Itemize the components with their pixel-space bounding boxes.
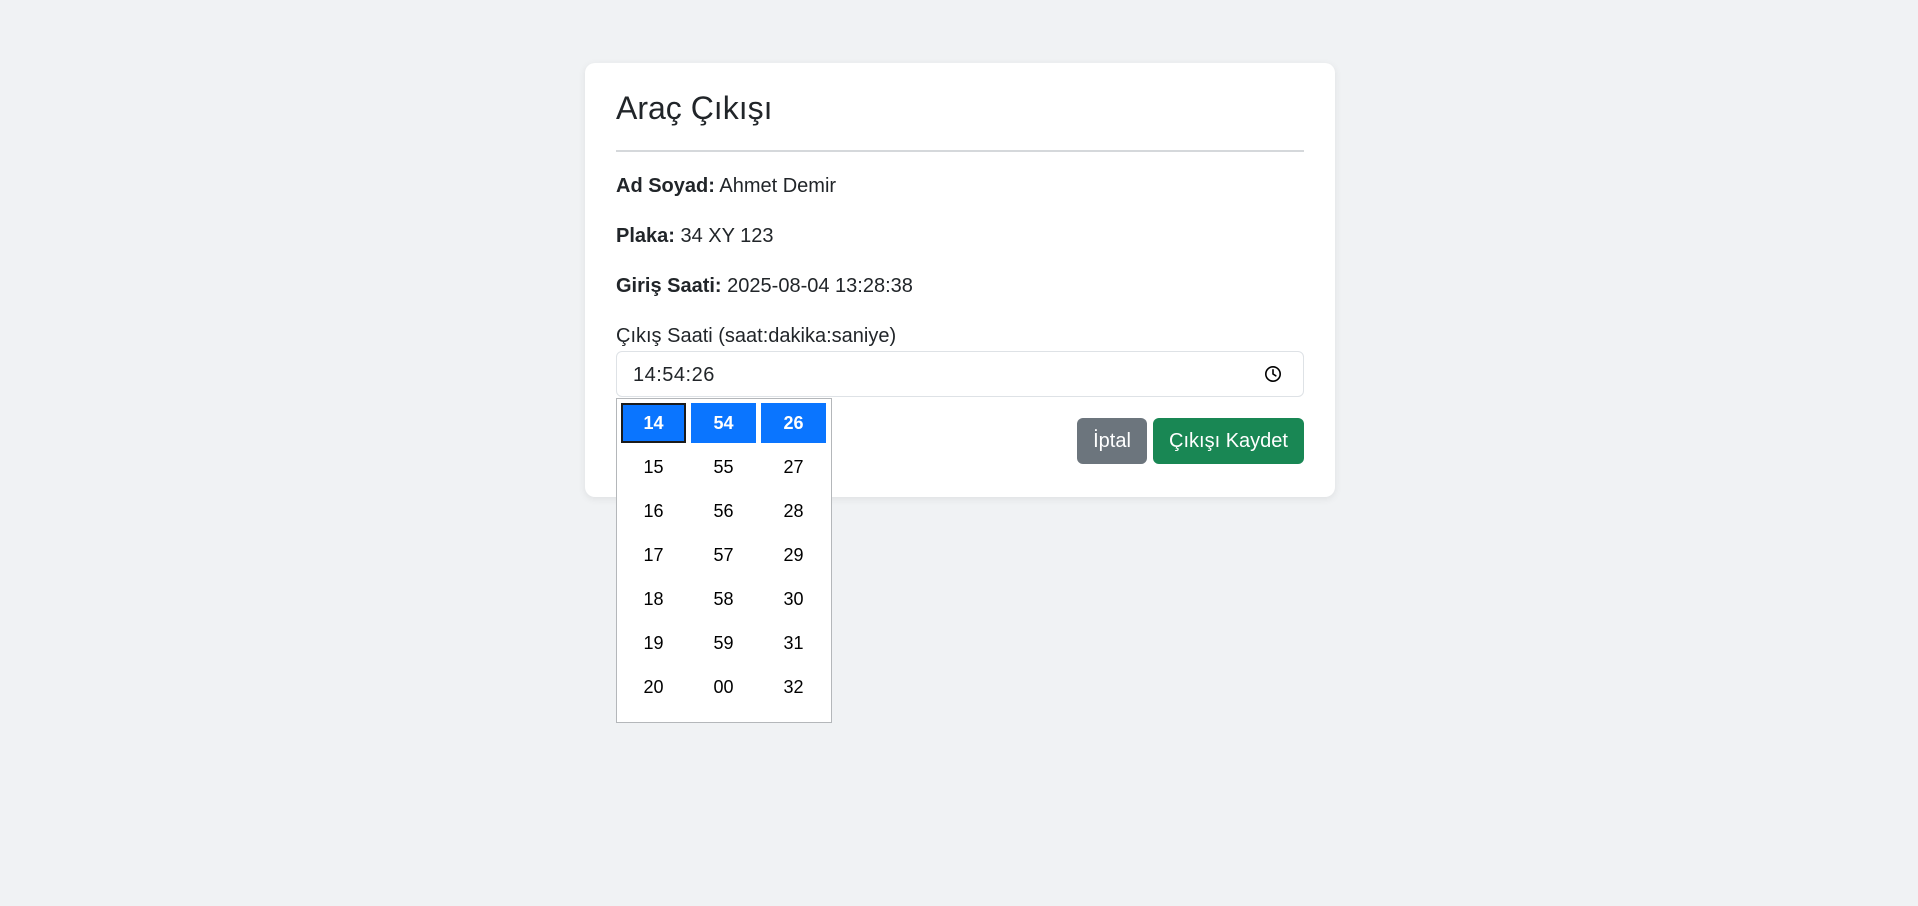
exit-time-value[interactable]: 14:54:26	[633, 363, 715, 387]
page-title: Araç Çıkışı	[616, 90, 773, 126]
exit-time-input[interactable]: 14:54:26	[616, 351, 1304, 397]
plate-label: Plaka:	[616, 225, 675, 247]
hour-option[interactable]: 18	[621, 579, 686, 619]
save-exit-button[interactable]: Çıkışı Kaydet	[1153, 418, 1304, 464]
name-value: Ahmet Demir	[719, 175, 837, 197]
hour-option[interactable]: 17	[621, 535, 686, 575]
minute-option[interactable]: 58	[691, 579, 756, 619]
cancel-button[interactable]: İptal	[1077, 418, 1147, 464]
hour-option[interactable]: 15	[621, 447, 686, 487]
plate-row: Plaka: 34 XY 123	[616, 224, 774, 248]
hour-option[interactable]: 14	[621, 403, 686, 443]
hour-column[interactable]: 14 15 16 17 18 19 20	[621, 403, 686, 711]
minute-option[interactable]: 55	[691, 447, 756, 487]
minute-option[interactable]: 00	[691, 667, 756, 707]
hour-option[interactable]: 20	[621, 667, 686, 707]
second-option[interactable]: 27	[761, 447, 826, 487]
second-option[interactable]: 30	[761, 579, 826, 619]
second-option[interactable]: 26	[761, 403, 826, 443]
exit-time-label: Çıkış Saati (saat:dakika:saniye)	[616, 325, 897, 347]
entry-time-value: 2025-08-04 13:28:38	[727, 275, 913, 297]
name-label: Ad Soyad:	[616, 175, 715, 197]
title-divider	[616, 150, 1304, 152]
entry-time-label: Giriş Saati:	[616, 275, 722, 297]
minute-option[interactable]: 57	[691, 535, 756, 575]
minute-column[interactable]: 54 55 56 57 58 59 00	[691, 403, 756, 711]
second-column[interactable]: 26 27 28 29 30 31 32	[761, 403, 826, 711]
clock-icon[interactable]	[1264, 365, 1282, 383]
minute-option[interactable]: 54	[691, 403, 756, 443]
hour-option[interactable]: 16	[621, 491, 686, 531]
entry-time-row: Giriş Saati: 2025-08-04 13:28:38	[616, 274, 913, 298]
minute-option[interactable]: 59	[691, 623, 756, 663]
name-row: Ad Soyad: Ahmet Demir	[616, 174, 836, 198]
hour-option[interactable]: 19	[621, 623, 686, 663]
minute-option[interactable]: 56	[691, 491, 756, 531]
second-option[interactable]: 29	[761, 535, 826, 575]
second-option[interactable]: 28	[761, 491, 826, 531]
plate-value: 34 XY 123	[680, 225, 774, 247]
second-option[interactable]: 31	[761, 623, 826, 663]
time-picker-dropdown: 14 15 16 17 18 19 20 54 55 56 57 58 59 0…	[616, 398, 832, 723]
second-option[interactable]: 32	[761, 667, 826, 707]
